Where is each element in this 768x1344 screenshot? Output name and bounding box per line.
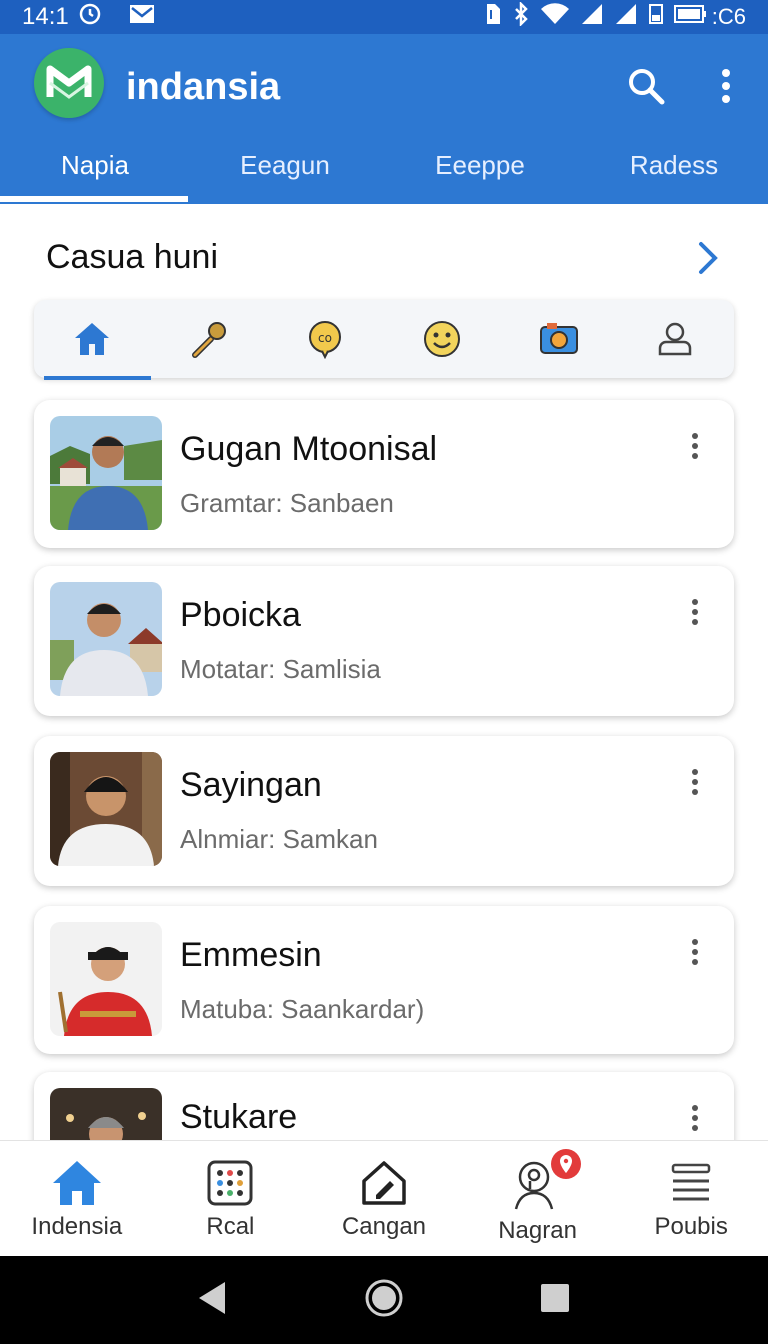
more-vertical-icon [692, 939, 698, 965]
chevron-right-icon [699, 242, 718, 274]
search-icon [629, 69, 665, 105]
overflow-menu-button[interactable] [708, 62, 744, 110]
back-triangle-icon [199, 1281, 226, 1314]
tab-indicator [0, 196, 188, 202]
contact-subtitle: Gramtar: Sanbaen [180, 488, 394, 518]
menu-stack-icon [671, 1163, 711, 1201]
sim-icon [648, 3, 664, 31]
contact-card[interactable]: Emmesin Matuba: Saankardar) [34, 906, 734, 1054]
section-more-button[interactable] [690, 238, 726, 278]
category-emoji[interactable] [384, 300, 501, 378]
more-vertical-icon [722, 69, 730, 103]
home-icon [75, 323, 110, 355]
camera-icon [539, 323, 578, 354]
avatar [50, 582, 162, 696]
nfc-icon [484, 2, 502, 32]
nav-item-indensia[interactable]: Indensia [0, 1141, 154, 1256]
more-vertical-icon [692, 433, 698, 459]
wifi-icon [540, 3, 570, 31]
category-chat[interactable]: co [267, 300, 384, 378]
nav-label: Indensia [31, 1213, 123, 1240]
nav-item-poubis[interactable]: Poubis [614, 1141, 768, 1256]
recents-button[interactable] [539, 1282, 571, 1319]
search-button[interactable] [622, 62, 670, 110]
status-left: 14:1 [22, 3, 155, 32]
nav-label: Rcal [206, 1213, 255, 1240]
app-title: indansia [126, 66, 281, 108]
tab-radess[interactable]: Radess [580, 134, 768, 196]
more-vertical-icon [692, 599, 698, 625]
contact-subtitle: Motatar: Samlisia [180, 654, 381, 684]
microphone-icon [191, 322, 226, 358]
home-circle-icon [365, 1279, 403, 1316]
battery-text: :C6 [711, 4, 746, 29]
tab-napia[interactable]: Napia [0, 134, 190, 196]
contact-subtitle: Alnmiar: Samkan [180, 824, 378, 854]
logo-m-icon [46, 65, 92, 99]
smiley-icon [424, 321, 461, 357]
back-button[interactable] [197, 1280, 229, 1321]
avatar [50, 416, 162, 530]
battery-icon [673, 3, 708, 31]
edit-house-icon [362, 1161, 406, 1205]
card-more-button[interactable] [682, 594, 708, 630]
signal-icon-2 [614, 3, 638, 31]
status-time: 14:1 [22, 3, 69, 30]
nav-label: Cangan [341, 1213, 427, 1240]
nav-label: Poubis [654, 1213, 728, 1240]
nav-label: Nagran [498, 1217, 577, 1244]
category-bar: co [34, 300, 734, 380]
card-more-button[interactable] [682, 764, 708, 800]
contact-card[interactable]: Pboicka Motatar: Samlisia [34, 566, 734, 716]
avatar [50, 752, 162, 866]
bottom-navigation: Indensia Rcal Cangan Nagran Poubis [0, 1140, 768, 1256]
system-navigation-bar [0, 1256, 768, 1344]
tab-eeagun[interactable]: Eeagun [190, 134, 380, 196]
more-vertical-icon [692, 769, 698, 795]
contact-subtitle: Matuba: Saankardar) [180, 994, 425, 1024]
clock-icon [79, 3, 101, 32]
category-photo[interactable] [500, 300, 617, 378]
tab-eeeppe[interactable]: Eeeppe [380, 134, 580, 196]
mail-icon [129, 3, 155, 31]
recents-square-icon [540, 1283, 569, 1312]
home-icon [52, 1161, 101, 1205]
app-logo [34, 48, 104, 118]
bluetooth-icon [512, 0, 530, 32]
chat-bubble-icon: co [309, 321, 342, 359]
contact-card[interactable]: Sayingan Alnmiar: Samkan [34, 736, 734, 886]
tab-bar: Napia Eeagun Eeeppe Radess [0, 134, 768, 204]
card-more-button[interactable] [682, 1100, 708, 1136]
section-title: Casua huni [46, 238, 219, 276]
grid-icon [207, 1160, 253, 1206]
app-bar: indansia Napia Eeagun Eeeppe Radess [0, 34, 768, 204]
signal-icon [580, 3, 604, 31]
nav-item-rcal[interactable]: Rcal [154, 1141, 308, 1256]
person-icon [659, 322, 692, 356]
category-music[interactable] [151, 300, 268, 378]
contact-name: Sayingan [180, 766, 322, 804]
category-home[interactable] [34, 300, 151, 380]
svg-text:co: co [319, 331, 333, 345]
nav-item-cangan[interactable]: Cangan [307, 1141, 461, 1256]
contact-name: Stukare [180, 1098, 298, 1136]
notification-badge [550, 1149, 581, 1179]
contact-name: Gugan Mtoonisal [180, 430, 438, 468]
home-button[interactable] [364, 1278, 404, 1323]
status-right: :C6 [484, 0, 746, 32]
map-pin-icon [559, 1155, 572, 1173]
status-bar: 14:1 :C6 [0, 0, 768, 34]
card-more-button[interactable] [682, 934, 708, 970]
avatar [50, 922, 162, 1036]
contact-name: Pboicka [180, 596, 301, 634]
category-profile[interactable] [617, 300, 734, 378]
more-vertical-icon [692, 1105, 698, 1131]
nav-item-nagran[interactable]: Nagran [461, 1141, 615, 1256]
contact-card[interactable]: Gugan Mtoonisal Gramtar: Sanbaen [34, 400, 734, 548]
contact-name: Emmesin [180, 936, 322, 974]
card-more-button[interactable] [682, 428, 708, 464]
